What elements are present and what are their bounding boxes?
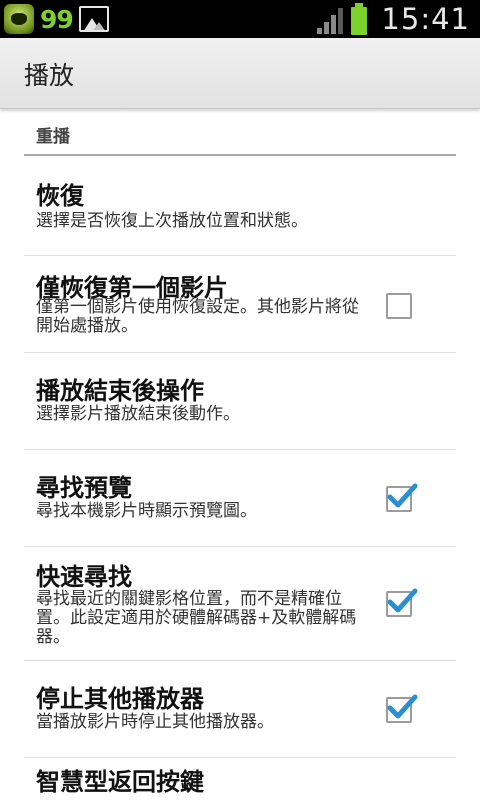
pref-summary: 選擇影片播放結束後動作。	[36, 404, 240, 424]
checkmark-icon	[387, 588, 418, 613]
pref-after-playback[interactable]: 播放結束後操作 選擇影片播放結束後動作。	[24, 353, 456, 450]
status-bar-left: 99	[4, 4, 109, 34]
notification-count: 99	[40, 4, 74, 34]
app-badge-icon	[4, 4, 34, 34]
pref-fast-seek[interactable]: 快速尋找 尋找最近的關鍵影格位置，而不是精確位置。此設定適用於硬體解碼器+及軟體…	[24, 547, 456, 661]
pref-title: 恢復	[36, 182, 84, 210]
battery-icon	[351, 3, 368, 35]
checkmark-icon	[387, 694, 418, 719]
checkmark-icon	[387, 483, 418, 508]
gallery-icon	[78, 6, 109, 32]
pref-seek-preview[interactable]: 尋找預覽 尋找本機影片時顯示預覽圖。	[24, 450, 456, 547]
title-bar: 播放	[0, 38, 480, 109]
status-clock: 15:41	[381, 2, 470, 36]
pref-resume-first-only[interactable]: 僅恢復第一個影片 僅第一個影片使用恢復設定。其他影片將從開始處播放。	[24, 256, 456, 353]
status-bar-right: 15:41	[317, 2, 470, 36]
pref-title: 尋找預覽	[36, 474, 132, 502]
status-bar: 99 15:41	[0, 0, 480, 38]
pref-title: 停止其他播放器	[36, 685, 204, 713]
section-header: 重播	[24, 108, 456, 156]
pref-stop-other-players[interactable]: 停止其他播放器 當播放影片時停止其他播放器。	[24, 661, 456, 758]
pref-smart-back-key[interactable]: 智慧型返回按鍵	[24, 758, 456, 800]
pref-summary: 尋找本機影片時顯示預覽圖。	[36, 501, 257, 521]
seek-preview-checkbox[interactable]	[386, 483, 418, 512]
pref-title: 播放結束後操作	[36, 377, 204, 405]
page-title: 播放	[24, 61, 75, 90]
fast-seek-checkbox[interactable]	[386, 588, 418, 617]
pref-summary: 選擇是否恢復上次播放位置和狀態。	[36, 211, 308, 231]
pref-title: 智慧型返回按鍵	[36, 768, 204, 796]
section-title: 重播	[36, 127, 70, 147]
pref-summary: 尋找最近的關鍵影格位置，而不是精確位置。此設定適用於硬體解碼器+及軟體解碼器。	[36, 589, 357, 647]
pref-resume[interactable]: 恢復 選擇是否恢復上次播放位置和狀態。	[24, 160, 456, 256]
signal-icon	[317, 4, 345, 34]
stop-other-players-checkbox[interactable]	[386, 694, 418, 723]
resume-first-only-checkbox[interactable]	[386, 293, 412, 319]
pref-title: 快速尋找	[36, 563, 132, 591]
pref-summary: 當播放影片時停止其他播放器。	[36, 712, 274, 732]
pref-summary: 僅第一個影片使用恢復設定。其他影片將從開始處播放。	[36, 297, 359, 336]
